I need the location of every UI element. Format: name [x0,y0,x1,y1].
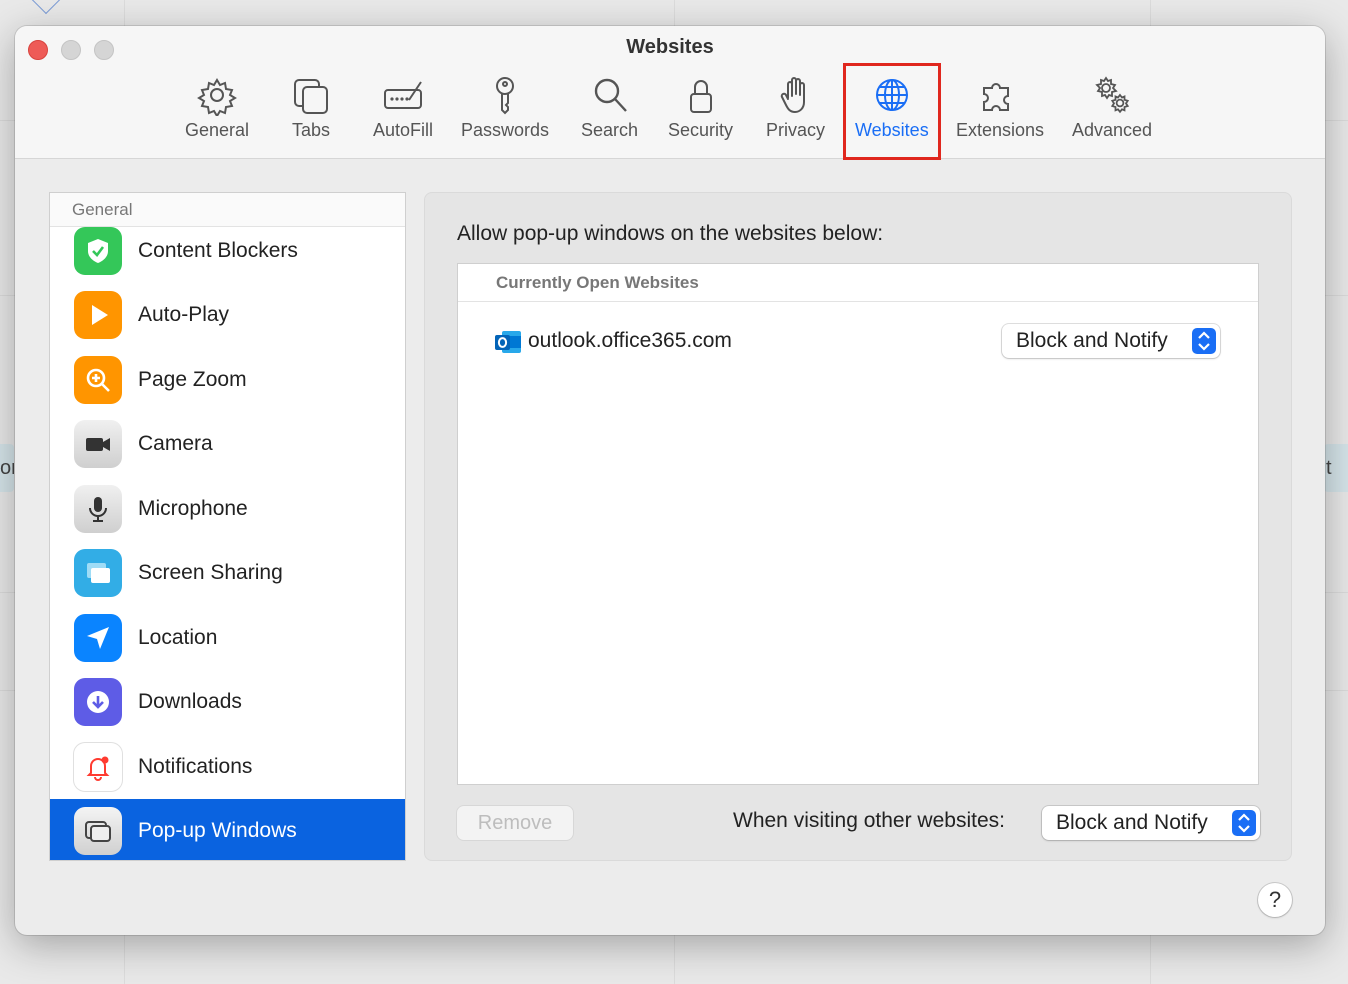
toolbar-privacy[interactable]: Privacy [766,74,825,160]
select-value: Block and Notify [1056,811,1208,834]
sidebar-item-screen-sharing[interactable]: Screen Sharing [50,541,405,605]
screen-sharing-icon [74,549,122,597]
toolbar-label: Extensions [956,120,1045,140]
sidebar-item-label: Downloads [138,690,242,713]
sidebar-item-camera[interactable]: Camera [50,412,405,476]
sidebar-item-page-zoom[interactable]: Page Zoom [50,348,405,412]
sidebar: General Content Blockers Auto-Play Page … [49,192,406,861]
zoom-icon [74,356,122,404]
site-name: outlook.office365.com [528,329,732,352]
select-arrows-icon [1232,810,1256,836]
shield-check-icon [74,227,122,275]
help-button[interactable]: ? [1258,883,1292,917]
preferences-window: Websites General Tabs AutoFill Passwords… [15,26,1325,935]
main-panel: Allow pop-up windows on the websites bel… [424,192,1292,861]
sidebar-item-label: Location [138,626,218,649]
select-arrows-icon [1192,328,1216,354]
select-value: Block and Notify [1016,329,1168,352]
popup-windows-icon [74,807,122,855]
download-icon [74,678,122,726]
gear-icon [197,78,237,116]
sidebar-item-popup-windows[interactable]: Pop-up Windows [50,799,405,860]
websites-list: Currently Open Websites outlook.office36… [457,263,1259,785]
toolbar-passwords[interactable]: Passwords [461,74,549,160]
toolbar-label: Advanced [1072,120,1153,140]
toolbar-tabs[interactable]: Tabs [291,74,331,160]
toolbar-label: Privacy [766,120,826,140]
sidebar-item-notifications[interactable]: Notifications [50,735,405,799]
toolbar-label: AutoFill [373,120,434,140]
toolbar-general[interactable]: General [185,74,249,160]
sidebar-item-label: Auto-Play [138,303,230,326]
sidebar-item-label: Microphone [138,497,248,520]
sidebar-item-content-blockers[interactable]: Content Blockers [50,219,405,283]
toolbar-label: General [185,120,250,140]
sidebar-item-auto-play[interactable]: Auto-Play [50,283,405,347]
sidebar-item-microphone[interactable]: Microphone [50,477,405,541]
sidebar-item-label: Screen Sharing [138,561,283,584]
key-icon [496,77,515,115]
location-arrow-icon [74,614,122,662]
toolbar-search[interactable]: Search [581,74,638,160]
bell-icon [74,743,122,791]
toolbar-security[interactable]: Security [668,74,733,160]
lock-icon [689,80,712,113]
toolbar-label: Tabs [291,120,331,140]
sidebar-item-location[interactable]: Location [50,606,405,670]
chevron-down-icon [31,0,61,15]
toolbar-label: Security [668,120,734,140]
background-tab-left: or [0,444,14,492]
autofill-icon [384,81,423,109]
list-item[interactable]: outlook.office365.com Block and Notify [458,304,1258,366]
search-icon [594,78,627,112]
background-tab-right: t M [1324,444,1348,492]
site-popup-setting-select[interactable]: Block and Notify [1002,324,1220,358]
list-header: Currently Open Websites [458,264,1258,302]
sidebar-item-label: Content Blockers [138,239,298,262]
hand-icon [780,77,805,114]
remove-button[interactable]: Remove [457,806,573,840]
toolbar-label: Passwords [461,120,550,140]
gears-icon [1095,76,1130,114]
sidebar-item-label: Notifications [138,755,253,778]
panel-heading: Allow pop-up windows on the websites bel… [457,222,884,245]
window-title: Websites [626,36,714,58]
toolbar-extensions[interactable]: Extensions [956,74,1044,160]
outlook-icon [495,331,521,353]
toolbar-autofill[interactable]: AutoFill [373,74,433,160]
highlight-annotation [843,63,941,160]
play-icon [74,291,122,339]
toolbar-label: Search [581,120,639,140]
toolbar-advanced[interactable]: Advanced [1072,74,1152,160]
sidebar-item-label: Camera [138,432,213,455]
camera-icon [74,420,122,468]
sidebar-item-label: Pop-up Windows [138,819,297,842]
puzzle-icon [983,83,1010,111]
tabs-icon [294,79,328,114]
sidebar-item-label: Page Zoom [138,368,247,391]
microphone-icon [74,485,122,533]
other-websites-setting-select[interactable]: Block and Notify [1042,806,1260,840]
other-websites-label: When visiting other websites: [733,809,1005,832]
titlebar: Websites General Tabs AutoFill Passwords… [15,26,1325,160]
sidebar-item-downloads[interactable]: Downloads [50,670,405,734]
